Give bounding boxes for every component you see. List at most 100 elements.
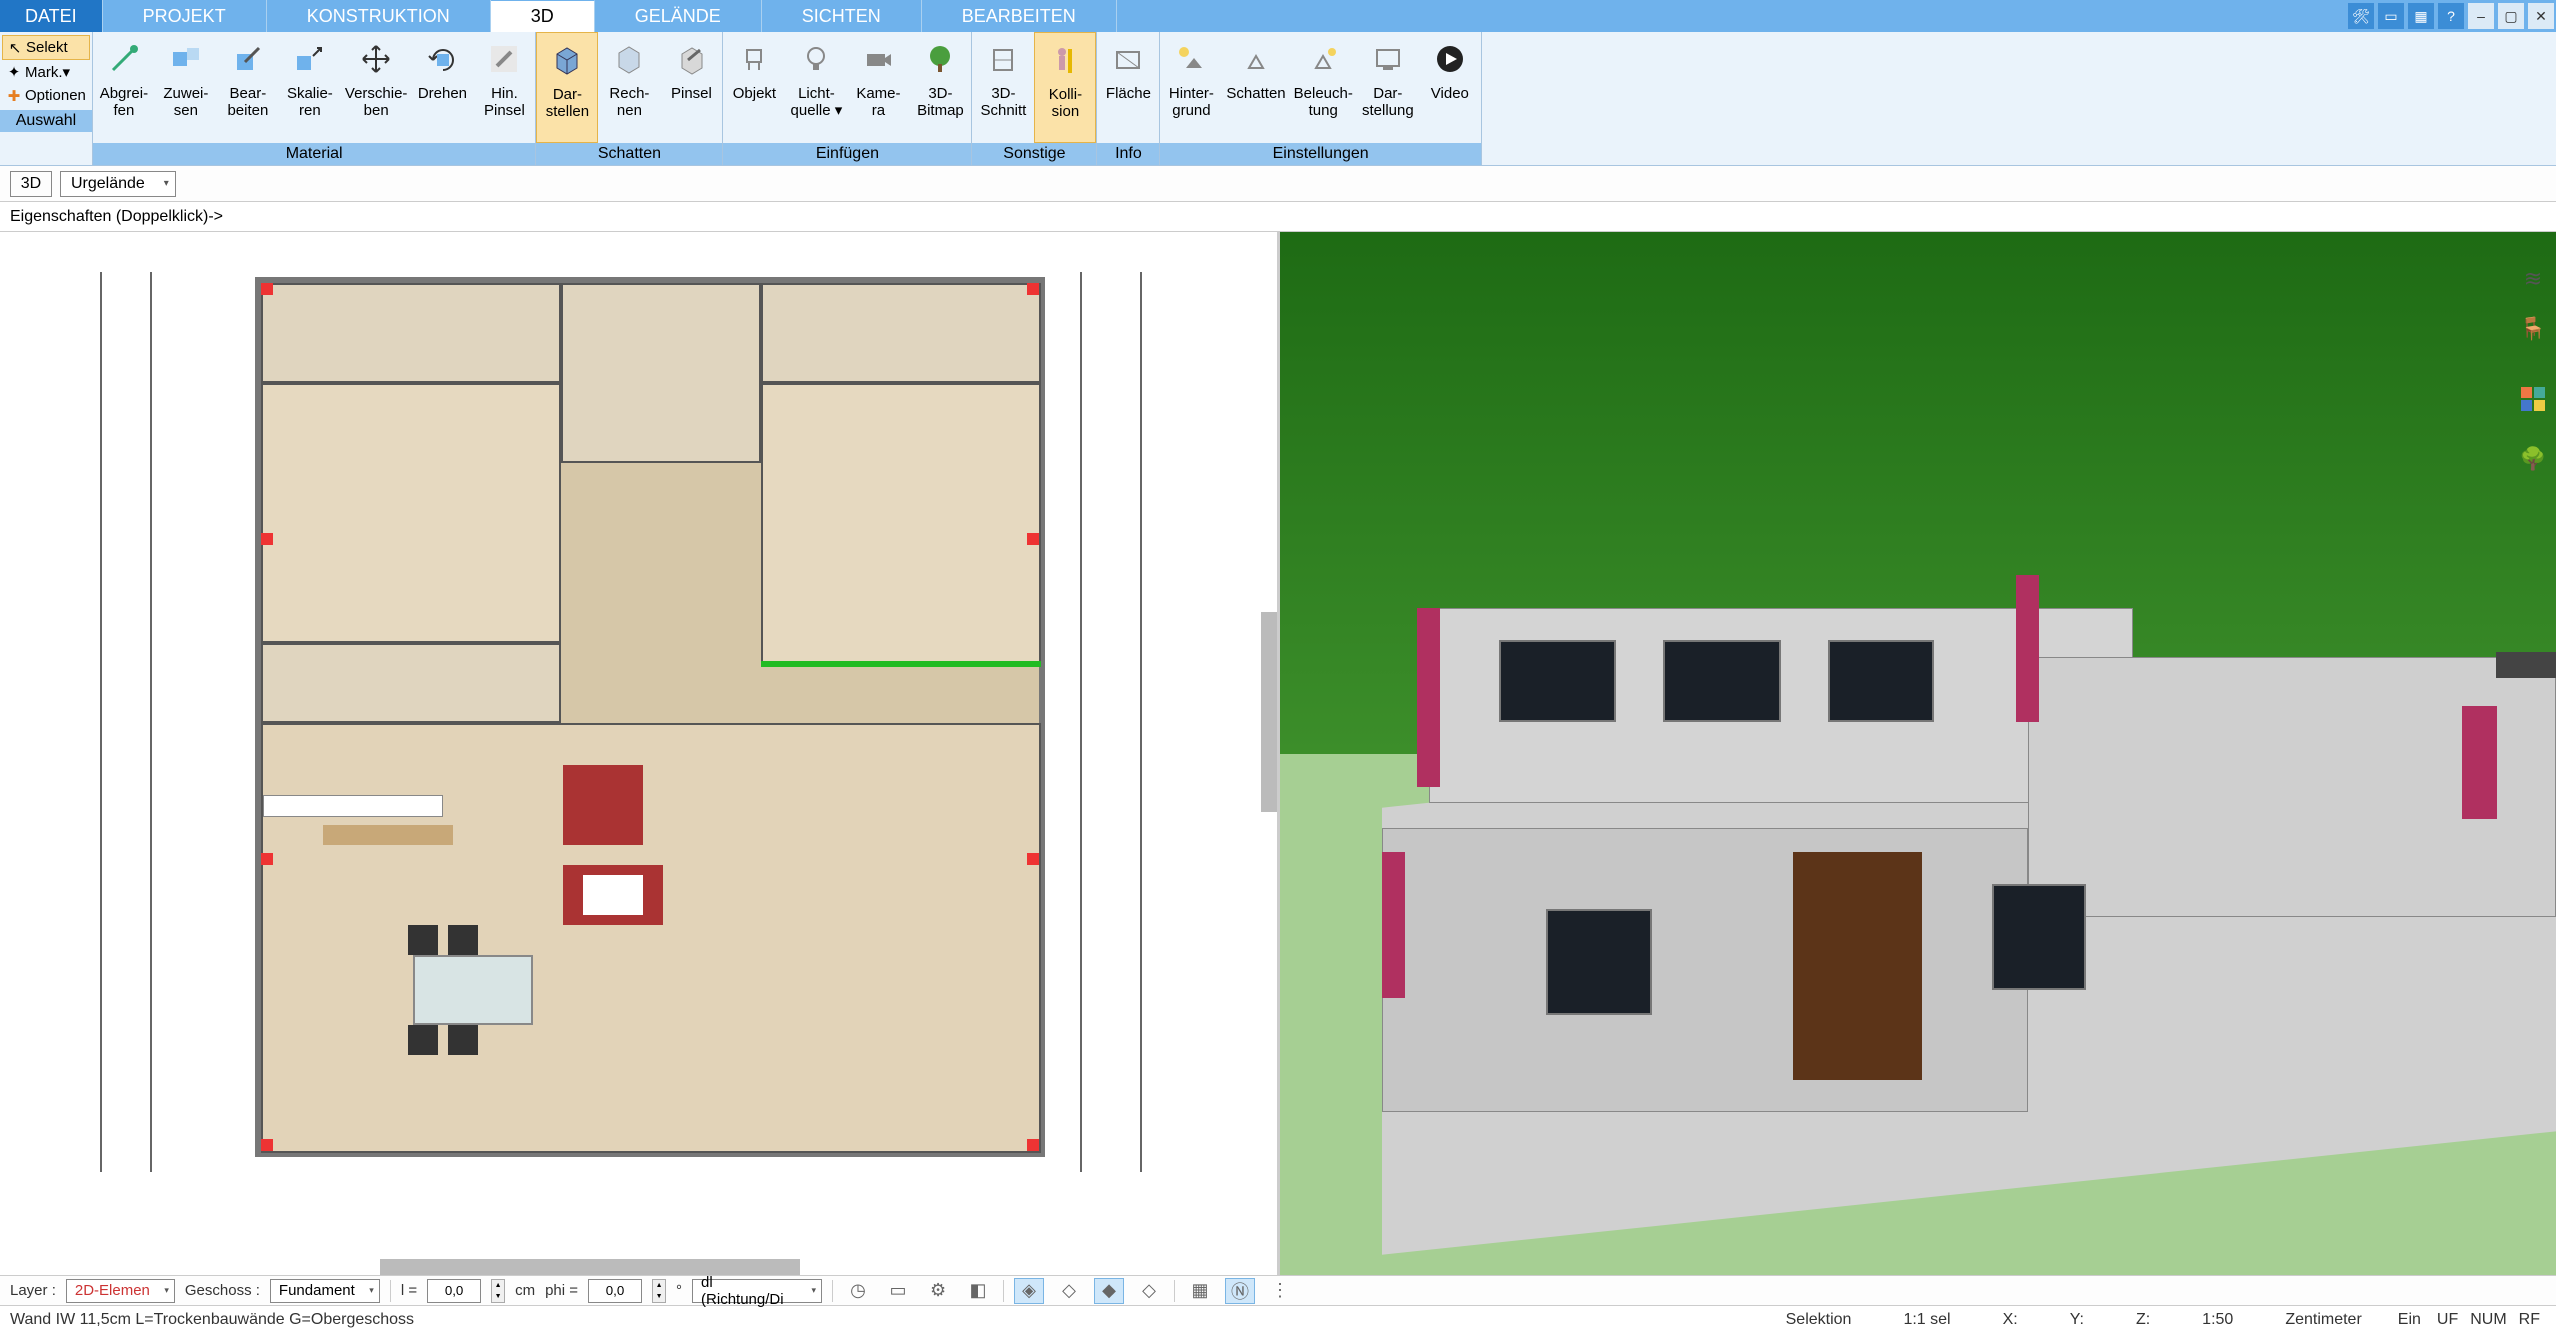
options-button[interactable]: ✚Optionen [2,84,90,107]
menu-tab-datei[interactable]: DATEI [0,0,103,32]
sonstige-kollision[interactable]: Kolli-sion [1034,32,1096,143]
color-grid-icon[interactable] [2516,382,2550,416]
direction-select[interactable]: dl (Richtung/Di [692,1279,822,1303]
material-zuweisen[interactable]: Zuwei-sen [155,32,217,143]
menu-tab-projekt[interactable]: PROJEKT [103,0,267,32]
status-wall-info: Wand IW 11,5cm L=Trockenbauwände G=Oberg… [10,1311,414,1329]
more-icon[interactable]: ⋮ [1265,1278,1295,1304]
furniture-shelf [323,825,453,845]
einst-hintergrund[interactable]: Hinter-grund [1160,32,1222,143]
phi-unit: ° [676,1282,682,1299]
select-button[interactable]: ↖Selekt [2,35,90,60]
einst-video[interactable]: Video [1419,32,1481,143]
furniture-table [583,875,643,915]
menu-tab-sichten[interactable]: SICHTEN [762,0,922,32]
einfugen-lichtquelle[interactable]: Licht-quelle ▾ [785,32,847,143]
schatten-darstellen[interactable]: Dar-stellen [536,32,598,143]
tree-icon [916,37,964,81]
room-bath2 [761,283,1041,383]
separator [832,1280,833,1302]
palette2-icon[interactable]: ◧ [963,1278,993,1304]
geschoss-select[interactable]: Fundament [270,1279,380,1303]
layer-select[interactable]: 2D-Elemen [66,1279,175,1303]
maximize-button[interactable]: ▢ [2498,3,2524,29]
palette-icon[interactable]: ▦ [2408,3,2434,29]
ribbon-label-auswahl: Auswahl [0,110,92,132]
chair-icon [730,37,778,81]
material-bearbeiten[interactable]: Bear-beiten [217,32,279,143]
marker [1027,533,1039,545]
ribbon-label-info: Info [1097,143,1159,165]
ribbon-group-info: Fläche Info [1097,32,1160,165]
material-pinsel[interactable]: Hin.Pinsel [473,32,535,143]
tree3d-icon[interactable]: 🌳 [2516,442,2550,476]
rotate-icon [418,37,466,81]
room-bath1 [261,283,561,383]
schatten-rechnen[interactable]: Rech-nen [598,32,660,143]
menu-bar: DATEI PROJEKT KONSTRUKTION 3D GELÄNDE SI… [0,0,2556,32]
marker [261,1139,273,1151]
l-spinner[interactable]: ▲▼ [491,1279,505,1303]
north-icon[interactable]: Ⓝ [1225,1278,1255,1304]
properties-hint-bar[interactable]: Eigenschaften (Doppelklick)-> [0,202,2556,232]
minimize-button[interactable]: – [2468,3,2494,29]
schatten-pinsel[interactable]: Pinsel [660,32,722,143]
phi-spinner[interactable]: ▲▼ [652,1279,666,1303]
phi-input[interactable] [588,1279,642,1303]
info-flaeche[interactable]: Fläche [1097,32,1159,143]
layer3-icon[interactable]: ◆ [1094,1278,1124,1304]
gear-icon[interactable]: ⚙ [923,1278,953,1304]
furniture-chair [408,925,438,955]
einfugen-kamera[interactable]: Kame-ra [847,32,909,143]
layers-icon[interactable]: ≋ [2516,262,2550,296]
einst-schatten[interactable]: Schatten [1222,32,1289,143]
view-mode-toggle[interactable]: 3D [10,171,52,197]
material-verschieben[interactable]: Verschie-ben [341,32,412,143]
tools-icon[interactable]: 🛠 [2348,3,2374,29]
floorplan-canvas[interactable] [255,277,1045,1157]
einfugen-3d-bitmap[interactable]: 3D-Bitmap [909,32,971,143]
status-ein: Ein [2388,1311,2431,1329]
view3d-side-tab[interactable] [2496,652,2556,678]
monitor2-icon[interactable]: ▭ [883,1278,913,1304]
separator [390,1280,391,1302]
einst-darstellung[interactable]: Dar-stellung [1357,32,1419,143]
window-icon[interactable]: ▭ [2378,3,2404,29]
l-label: l = [401,1282,417,1299]
marker [261,853,273,865]
layer2-icon[interactable]: ◇ [1054,1278,1084,1304]
scrollbar-vertical[interactable] [1261,612,1277,812]
einfugen-objekt[interactable]: Objekt [723,32,785,143]
status-selection: Selektion [1760,1311,1878,1329]
layer4-icon[interactable]: ◇ [1134,1278,1164,1304]
layer1-icon[interactable]: ◈ [1014,1278,1044,1304]
status-unit: Zentimeter [2259,1311,2387,1329]
material-skalieren[interactable]: Skalie-ren [279,32,341,143]
terrain-select[interactable]: Urgelände [60,171,176,197]
einst-beleuchtung[interactable]: Beleuch-tung [1290,32,1357,143]
marker [1027,1139,1039,1151]
material-abgreifen[interactable]: Abgrei-fen [93,32,155,143]
material-drehen[interactable]: Drehen [411,32,473,143]
selected-wall[interactable] [761,661,1041,667]
menu-tab-bearbeiten[interactable]: BEARBEITEN [922,0,1117,32]
help-icon[interactable]: ? [2438,3,2464,29]
l-input[interactable] [427,1279,481,1303]
view-2d[interactable] [0,232,1280,1275]
building-3d [1382,461,2556,1275]
menu-tab-3d[interactable]: 3D [491,0,595,32]
menu-tab-konstruktion[interactable]: KONSTRUKTION [267,0,491,32]
monitor-icon [1364,37,1412,81]
furniture-kitchen-counter [263,795,443,817]
marker [261,533,273,545]
door [1793,852,1922,1080]
view-3d[interactable]: ≋ 🪑 🌳 [1280,232,2556,1275]
grid-icon[interactable]: ▦ [1185,1278,1215,1304]
sonstige-3d-schnitt[interactable]: 3D-Schnitt [972,32,1034,143]
menu-tab-gelaende[interactable]: GELÄNDE [595,0,762,32]
clock-icon[interactable]: ◷ [843,1278,873,1304]
mark-button[interactable]: ✦Mark. ▾ [2,60,90,84]
close-button[interactable]: ✕ [2528,3,2554,29]
chair3d-icon[interactable]: 🪑 [2516,312,2550,346]
ribbon-group-auswahl: ↖Selekt ✦Mark. ▾ ✚Optionen Auswahl [0,32,93,165]
